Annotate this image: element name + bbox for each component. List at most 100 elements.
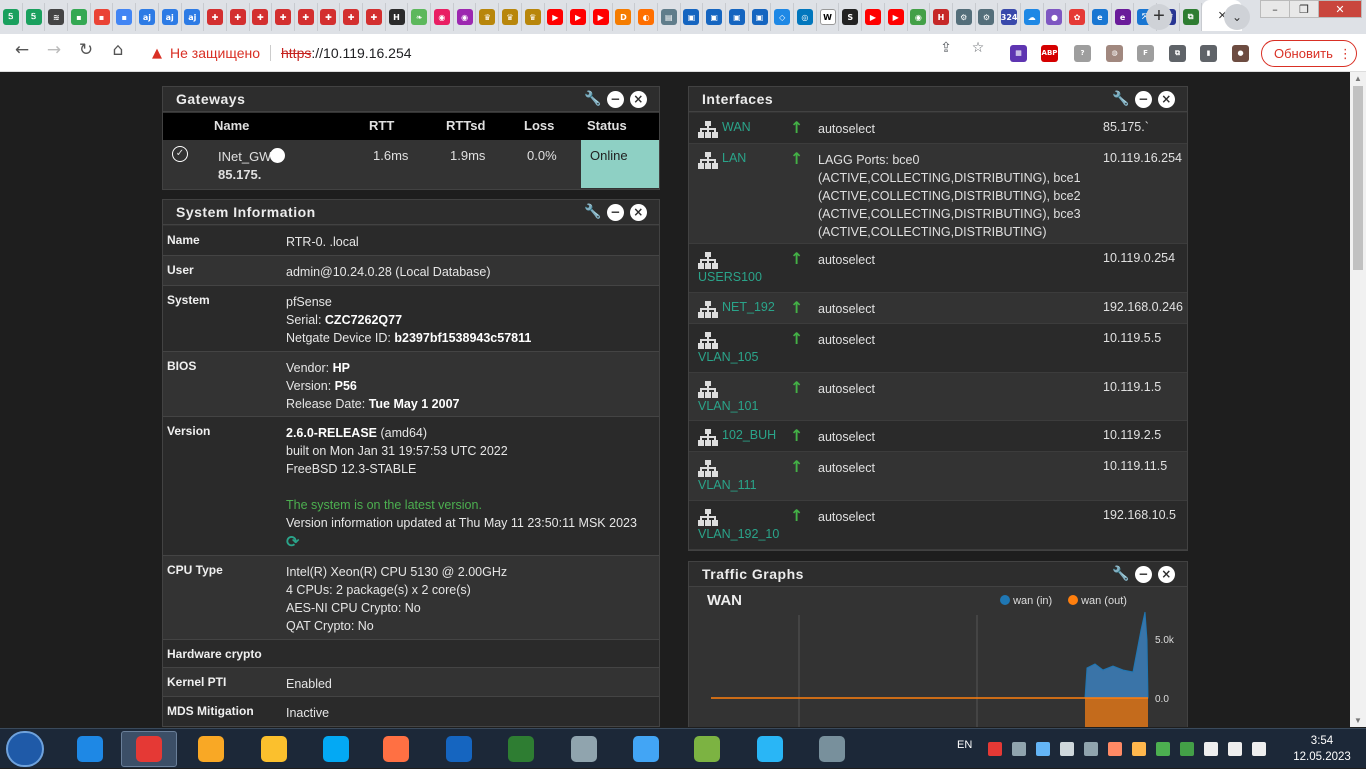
browser-tab[interactable]: ⧉	[1180, 3, 1203, 31]
browser-tab[interactable]: ▶	[885, 3, 908, 31]
browser-tab[interactable]: ✚	[295, 3, 318, 31]
browser-tab[interactable]: ▶	[862, 3, 885, 31]
interface-name-link[interactable]: LAN	[722, 151, 746, 165]
browser-tab[interactable]: ▪	[91, 3, 114, 31]
browser-tab[interactable]: ✿	[1066, 3, 1089, 31]
close-panel-icon[interactable]: ×	[1158, 566, 1175, 583]
browser-tab[interactable]: W	[817, 3, 840, 31]
browser-tab[interactable]: ✚	[204, 3, 227, 31]
browser-tab[interactable]: ▤	[658, 3, 681, 31]
browser-tab[interactable]: ◉	[431, 3, 454, 31]
scrollbar-thumb[interactable]	[1353, 86, 1363, 270]
browser-tab[interactable]: ♛	[522, 3, 545, 31]
bookmark-star-icon[interactable]: ☆	[967, 40, 989, 66]
browser-tab[interactable]: ✚	[363, 3, 386, 31]
share-icon[interactable]: ⇪	[935, 40, 957, 66]
browser-tab[interactable]: ▶	[545, 3, 568, 31]
interface-name-link[interactable]: VLAN_105	[698, 350, 758, 364]
browser-tab[interactable]: ▪	[68, 3, 91, 31]
browser-tab[interactable]: e	[1112, 3, 1135, 31]
taskbar-app-telegram[interactable]	[742, 731, 798, 767]
browser-tab[interactable]: aj	[182, 3, 205, 31]
interface-name-link[interactable]: VLAN_101	[698, 399, 758, 413]
browser-tab[interactable]: D	[613, 3, 636, 31]
browser-tab[interactable]: ♛	[499, 3, 522, 31]
colorful-ext-icon[interactable]: ▦	[1010, 45, 1027, 62]
address-bar[interactable]: ▲ Не защищено https ://10.119.16.254	[136, 40, 996, 66]
cookie-icon[interactable]: ◍	[1106, 45, 1123, 62]
start-button[interactable]	[6, 731, 44, 767]
interface-name-link[interactable]: USERS100	[698, 270, 762, 284]
taskbar-app-media[interactable]	[368, 731, 424, 767]
taskbar-app-search[interactable]	[556, 731, 612, 767]
browser-tab[interactable]: ✚	[250, 3, 273, 31]
back-button[interactable]: ←	[9, 40, 35, 66]
scroll-down-icon[interactable]: ▼	[1354, 716, 1362, 725]
wrench-icon[interactable]: 🔧	[1112, 91, 1129, 108]
taskbar-app-excel[interactable]	[493, 731, 549, 767]
browser-tab[interactable]: Ꭶ	[0, 3, 23, 31]
new-tab-button[interactable]: +	[1146, 4, 1172, 30]
browser-tab[interactable]: ✚	[227, 3, 250, 31]
wrench-icon[interactable]: 🔧	[584, 91, 601, 108]
taskbar-app-explorer[interactable]	[246, 731, 302, 767]
puzzle-icon[interactable]: ⧉	[1169, 45, 1186, 62]
home-button[interactable]: ⌂	[105, 40, 131, 66]
minimize-panel-icon[interactable]: −	[607, 204, 624, 221]
browser-tab[interactable]: S	[839, 3, 863, 31]
browser-tab[interactable]: ❧	[408, 3, 432, 31]
legend-item-out[interactable]: wan (out)	[1068, 595, 1127, 607]
tray-icon[interactable]	[1252, 742, 1266, 756]
tray-icon[interactable]	[1060, 742, 1074, 756]
adblock-icon[interactable]: ABP	[1041, 45, 1058, 62]
browser-tab[interactable]: ≋	[45, 3, 69, 31]
language-indicator[interactable]: EN	[957, 739, 972, 751]
taskbar-app-control-panel[interactable]	[618, 731, 674, 767]
update-button[interactable]: Обновить ⋮	[1261, 40, 1357, 67]
reload-button[interactable]: ↻	[73, 40, 99, 66]
tab-search-button[interactable]: ⌄	[1224, 4, 1250, 30]
warning-icon[interactable]: ▲	[152, 46, 162, 61]
close-panel-icon[interactable]: ×	[630, 91, 647, 108]
taskbar-app-chrome[interactable]	[121, 731, 177, 767]
browser-tab[interactable]: ✚	[318, 3, 341, 31]
taskbar-app-outlook[interactable]	[183, 731, 239, 767]
browser-tab[interactable]: ▣	[703, 3, 726, 31]
security-status[interactable]: Не защищено	[170, 45, 260, 61]
refresh-icon[interactable]: ⟳	[286, 532, 637, 551]
browser-tab[interactable]: 324	[998, 3, 1021, 31]
browser-tab[interactable]: ◇	[771, 3, 795, 31]
browser-tab[interactable]: ✚	[340, 3, 363, 31]
browser-tab[interactable]: aj	[136, 3, 159, 31]
minimize-panel-icon[interactable]: −	[607, 91, 624, 108]
minimize-panel-icon[interactable]: −	[1135, 566, 1152, 583]
browser-tab[interactable]: ▣	[749, 3, 772, 31]
close-panel-icon[interactable]: ×	[1158, 91, 1175, 108]
interface-name-link[interactable]: VLAN_192_10	[698, 527, 779, 541]
maximize-button[interactable]: ❐	[1289, 0, 1319, 18]
taskbar-app-mail[interactable]	[431, 731, 487, 767]
wrench-icon[interactable]: 🔧	[1112, 566, 1129, 583]
taskbar-app-ie[interactable]	[62, 731, 118, 767]
browser-tab[interactable]: e	[1089, 3, 1112, 31]
taskbar-app-skype[interactable]	[308, 731, 364, 767]
browser-tab[interactable]: ✚	[272, 3, 295, 31]
forward-button[interactable]: →	[41, 40, 67, 66]
interface-name-link[interactable]: 102_BUH	[722, 428, 776, 442]
browser-tab[interactable]: ◉	[908, 3, 931, 31]
tray-icon[interactable]	[1228, 742, 1242, 756]
browser-tab[interactable]: ◎	[794, 3, 817, 31]
browser-tab[interactable]: Ꭶ	[23, 3, 46, 31]
f-ext-icon[interactable]: F	[1137, 45, 1154, 62]
taskbar-app-network[interactable]	[804, 731, 860, 767]
taskbar-app-vmware[interactable]	[679, 731, 735, 767]
tray-icon[interactable]	[1156, 742, 1170, 756]
clock[interactable]: 3:54 12.05.2023	[1290, 733, 1354, 765]
interface-name-link[interactable]: NET_192	[722, 300, 775, 314]
browser-tab[interactable]: ◐	[635, 3, 658, 31]
browser-tab[interactable]: H	[386, 3, 409, 31]
browser-tab[interactable]: ☁	[1021, 3, 1044, 31]
hint-icon[interactable]: ?	[1074, 45, 1091, 62]
interface-name-link[interactable]: WAN	[722, 120, 751, 134]
tray-icon[interactable]	[988, 742, 1002, 756]
